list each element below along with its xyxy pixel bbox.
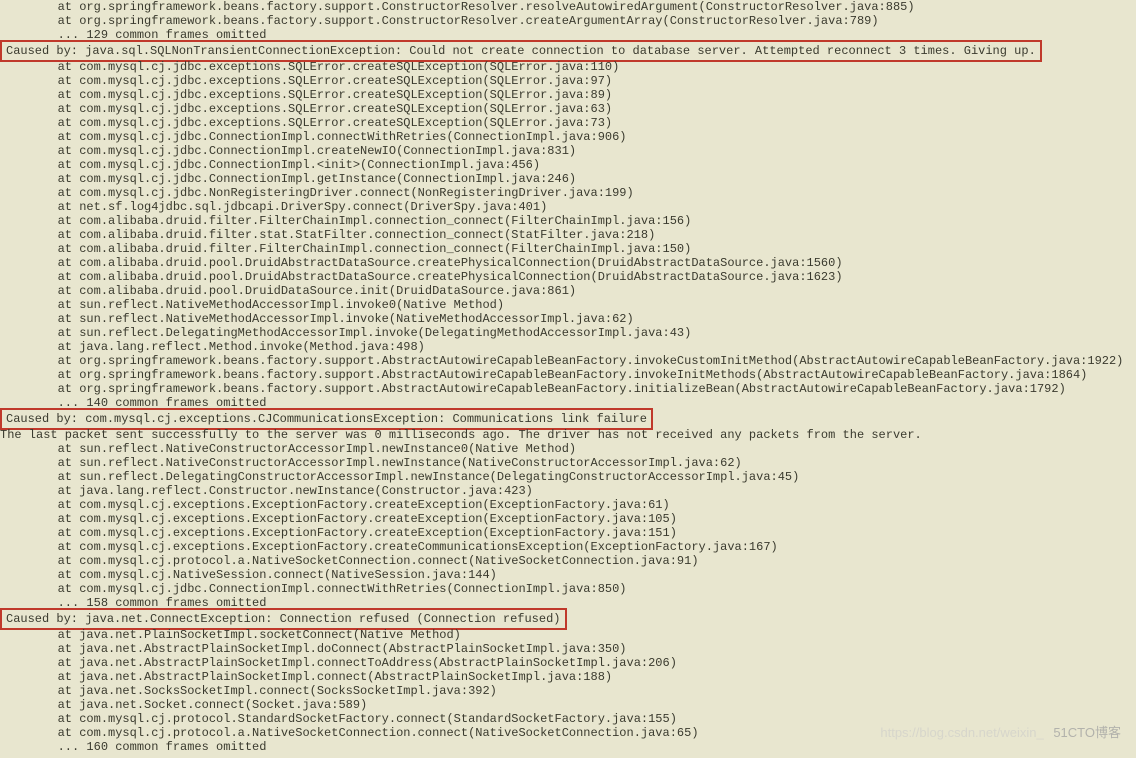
log-line: at com.mysql.cj.jdbc.ConnectionImpl.getI… xyxy=(0,172,1136,186)
log-line: The last packet sent successfully to the… xyxy=(0,428,1136,442)
log-line: at java.net.AbstractPlainSocketImpl.conn… xyxy=(0,670,1136,684)
stack-trace-log: at org.springframework.beans.factory.sup… xyxy=(0,0,1136,754)
log-line: at org.springframework.beans.factory.sup… xyxy=(0,382,1136,396)
log-line: at com.mysql.cj.exceptions.ExceptionFact… xyxy=(0,526,1136,540)
log-line: at com.alibaba.druid.filter.FilterChainI… xyxy=(0,214,1136,228)
log-line: at java.lang.reflect.Constructor.newInst… xyxy=(0,484,1136,498)
log-line: at org.springframework.beans.factory.sup… xyxy=(0,0,1136,14)
log-line: at com.alibaba.druid.pool.DruidAbstractD… xyxy=(0,256,1136,270)
caused-by-line: Caused by: java.sql.SQLNonTransientConne… xyxy=(0,40,1042,62)
log-line: at net.sf.log4jdbc.sql.jdbcapi.DriverSpy… xyxy=(0,200,1136,214)
log-line: at com.mysql.cj.exceptions.ExceptionFact… xyxy=(0,540,1136,554)
log-line: at com.mysql.cj.jdbc.ConnectionImpl.<ini… xyxy=(0,158,1136,172)
log-line: at com.mysql.cj.jdbc.exceptions.SQLError… xyxy=(0,88,1136,102)
log-line: at sun.reflect.NativeMethodAccessorImpl.… xyxy=(0,298,1136,312)
log-line: at java.lang.reflect.Method.invoke(Metho… xyxy=(0,340,1136,354)
log-line: at com.mysql.cj.jdbc.exceptions.SQLError… xyxy=(0,116,1136,130)
log-line: at com.mysql.cj.protocol.a.NativeSocketC… xyxy=(0,554,1136,568)
log-line: at com.mysql.cj.exceptions.ExceptionFact… xyxy=(0,512,1136,526)
log-line: at sun.reflect.NativeConstructorAccessor… xyxy=(0,442,1136,456)
log-line: at com.mysql.cj.jdbc.exceptions.SQLError… xyxy=(0,60,1136,74)
log-line: at java.net.Socket.connect(Socket.java:5… xyxy=(0,698,1136,712)
log-line: at com.alibaba.druid.filter.stat.StatFil… xyxy=(0,228,1136,242)
log-line: at org.springframework.beans.factory.sup… xyxy=(0,354,1136,368)
log-line: at java.net.PlainSocketImpl.socketConnec… xyxy=(0,628,1136,642)
log-line: at com.mysql.cj.jdbc.ConnectionImpl.conn… xyxy=(0,130,1136,144)
log-line: at com.mysql.cj.protocol.a.NativeSocketC… xyxy=(0,726,1136,740)
log-line: at com.alibaba.druid.filter.FilterChainI… xyxy=(0,242,1136,256)
log-line: at com.mysql.cj.jdbc.exceptions.SQLError… xyxy=(0,74,1136,88)
log-line: at com.mysql.cj.jdbc.NonRegisteringDrive… xyxy=(0,186,1136,200)
log-line: at com.mysql.cj.exceptions.ExceptionFact… xyxy=(0,498,1136,512)
log-line: at com.mysql.cj.NativeSession.connect(Na… xyxy=(0,568,1136,582)
log-line: at sun.reflect.DelegatingMethodAccessorI… xyxy=(0,326,1136,340)
log-line: at org.springframework.beans.factory.sup… xyxy=(0,14,1136,28)
log-line: at java.net.SocksSocketImpl.connect(Sock… xyxy=(0,684,1136,698)
log-line: at com.mysql.cj.jdbc.ConnectionImpl.conn… xyxy=(0,582,1136,596)
log-line: at sun.reflect.DelegatingConstructorAcce… xyxy=(0,470,1136,484)
log-line: at org.springframework.beans.factory.sup… xyxy=(0,368,1136,382)
log-line: at com.alibaba.druid.pool.DruidAbstractD… xyxy=(0,270,1136,284)
log-line: at com.alibaba.druid.pool.DruidDataSourc… xyxy=(0,284,1136,298)
log-line: at java.net.AbstractPlainSocketImpl.doCo… xyxy=(0,642,1136,656)
log-line: at sun.reflect.NativeMethodAccessorImpl.… xyxy=(0,312,1136,326)
log-line: at com.mysql.cj.protocol.StandardSocketF… xyxy=(0,712,1136,726)
log-line: at com.mysql.cj.jdbc.ConnectionImpl.crea… xyxy=(0,144,1136,158)
caused-by-line: Caused by: java.net.ConnectException: Co… xyxy=(0,608,567,630)
log-line: at com.mysql.cj.jdbc.exceptions.SQLError… xyxy=(0,102,1136,116)
log-line: at sun.reflect.NativeConstructorAccessor… xyxy=(0,456,1136,470)
caused-by-line: Caused by: com.mysql.cj.exceptions.CJCom… xyxy=(0,408,653,430)
log-line: at java.net.AbstractPlainSocketImpl.conn… xyxy=(0,656,1136,670)
log-line: ... 160 common frames omitted xyxy=(0,740,1136,754)
